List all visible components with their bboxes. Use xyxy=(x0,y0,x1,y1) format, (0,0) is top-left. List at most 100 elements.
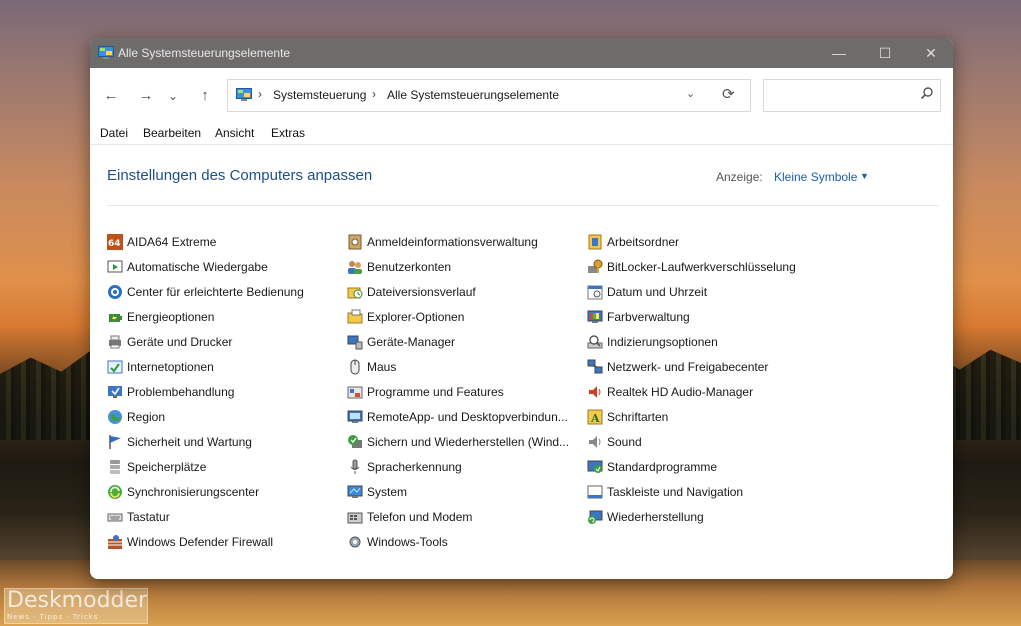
navigation-bar: ← → ⌄ ↑ › Systemsteuerung › Alle Systems… xyxy=(90,68,953,122)
security-maintenance-icon xyxy=(109,435,121,449)
watermark-text: Deskmodder.de xyxy=(7,588,147,613)
cp-item-label: Netzwerk- und Freigabecenter xyxy=(607,360,769,374)
firewall-icon xyxy=(108,535,122,549)
cp-item-label: Datum und Uhrzeit xyxy=(607,285,708,299)
refresh-icon[interactable]: ⟳ xyxy=(722,85,735,103)
cp-item-label: Region xyxy=(127,410,166,424)
bitlocker-icon xyxy=(588,259,603,273)
autoplay-icon xyxy=(107,260,123,273)
forward-button[interactable]: → xyxy=(135,87,157,105)
cp-item-label: Problembehandlung xyxy=(127,385,235,399)
system-icon xyxy=(347,485,363,498)
control-panel-window: Alle Systemsteuerungselemente — ☐ ✕ ← → … xyxy=(90,38,953,579)
view-label: Anzeige: xyxy=(716,170,763,184)
cp-item-label: RemoteApp- und Desktopverbindun... xyxy=(367,410,568,424)
cp-item-label: Schriftarten xyxy=(607,410,669,424)
keyboard-icon xyxy=(107,513,123,522)
cp-item-label: Sound xyxy=(607,435,642,449)
window-title: Alle Systemsteuerungselemente xyxy=(118,46,291,60)
maximize-button[interactable]: ☐ xyxy=(862,38,908,68)
cp-item-label: Dateiversionsverlauf xyxy=(367,285,476,299)
cp-item-label: System xyxy=(367,485,408,499)
cp-item-label: Programme und Features xyxy=(367,385,504,399)
cp-item-label: Arbeitsordner xyxy=(607,235,680,249)
indexing-options-icon xyxy=(587,335,603,349)
phone-modem-icon xyxy=(347,512,363,524)
minimize-button[interactable]: — xyxy=(816,38,862,68)
explorer-options-icon xyxy=(347,309,363,324)
cp-item-label: Wiederherstellung xyxy=(607,510,704,524)
svg-text:A: A xyxy=(590,412,600,425)
watermark-subtext: News · Tipps · Tricks xyxy=(7,613,99,621)
cp-item-label: Spracherkennung xyxy=(367,460,462,474)
aida64-icon: 64 xyxy=(107,234,123,250)
ease-of-access-icon xyxy=(108,285,122,299)
control-panel-icon xyxy=(98,46,114,59)
region-icon xyxy=(108,410,122,424)
address-bar[interactable]: › Systemsteuerung › Alle Systemsteuerung… xyxy=(227,79,751,112)
breadcrumb-systemsteuerung[interactable]: Systemsteuerung xyxy=(273,88,366,102)
svg-text:64: 64 xyxy=(108,239,121,249)
cp-item-label: Maus xyxy=(367,360,397,374)
menu-ansicht[interactable]: Ansicht xyxy=(215,126,254,140)
remoteapp-icon xyxy=(347,410,363,423)
cp-item-label: Geräte und Drucker xyxy=(127,335,233,349)
cp-item-label: Tastatur xyxy=(127,510,170,524)
menu-extras[interactable]: Extras xyxy=(271,126,305,140)
search-icon[interactable] xyxy=(920,86,934,100)
close-button[interactable]: ✕ xyxy=(908,38,953,68)
header-divider xyxy=(107,205,939,206)
sound-icon xyxy=(589,436,601,448)
work-folders-icon xyxy=(588,234,602,250)
menu-bar: Datei Bearbeiten Ansicht Extras xyxy=(90,126,953,144)
breadcrumb-separator: › xyxy=(258,87,262,101)
cp-item-label: Windows-Tools xyxy=(367,535,448,549)
cp-item-label: Geräte-Manager xyxy=(367,335,456,349)
view-selector[interactable]: Kleine Symbole xyxy=(774,170,857,184)
cp-item-label: Automatische Wiedergabe xyxy=(127,260,268,274)
cp-item-label: Telefon und Modem xyxy=(367,510,473,524)
cp-item-label: Standardprogramme xyxy=(607,460,718,474)
search-input[interactable] xyxy=(770,86,914,106)
control-panel-icon xyxy=(236,88,252,101)
credential-manager-icon xyxy=(348,234,362,250)
page-title: Einstellungen des Computers anpassen xyxy=(107,167,373,184)
breadcrumb-current[interactable]: Alle Systemsteuerungselemente xyxy=(387,88,559,102)
cp-item-label: BitLocker-Laufwerkverschlüsselung xyxy=(607,260,796,274)
up-button[interactable]: ↑ xyxy=(194,87,216,105)
cp-item-label: Speicherplätze xyxy=(127,460,207,474)
cp-item-label: Sichern und Wiederherstellen (Wind... xyxy=(367,435,570,449)
menu-datei[interactable]: Datei xyxy=(100,126,128,140)
cp-item-label: Indizierungsoptionen xyxy=(607,335,718,349)
realtek-audio-icon xyxy=(589,386,601,398)
taskbar-navigation-icon xyxy=(587,485,603,499)
mouse-icon xyxy=(350,359,360,375)
search-box[interactable] xyxy=(763,79,941,112)
power-options-icon xyxy=(109,314,122,322)
cp-item-label: Internetoptionen xyxy=(127,360,214,374)
file-history-icon xyxy=(347,287,363,299)
address-dropdown-icon[interactable]: ⌄ xyxy=(686,87,695,100)
view-dropdown-icon[interactable]: ▼ xyxy=(860,171,869,181)
device-manager-icon xyxy=(347,335,363,350)
sync-center-icon xyxy=(108,485,122,499)
user-accounts-icon xyxy=(348,261,362,274)
cp-item-label: Anmeldeinformationsverwaltung xyxy=(367,235,538,249)
back-button[interactable]: ← xyxy=(100,87,122,105)
title-bar[interactable]: Alle Systemsteuerungselemente — ☐ ✕ xyxy=(90,38,953,68)
cp-item-label: Sicherheit und Wartung xyxy=(127,435,252,449)
menu-divider xyxy=(90,144,953,145)
cp-item-label: Windows Defender Firewall xyxy=(127,535,274,549)
menu-bearbeiten[interactable]: Bearbeiten xyxy=(143,126,201,140)
date-time-icon xyxy=(587,285,603,300)
cp-item-label: Center für erleichterte Bedienung xyxy=(127,285,304,299)
watermark-logo: Deskmodder.de News · Tipps · Tricks xyxy=(4,588,148,624)
cp-item-label: Explorer-Optionen xyxy=(367,310,465,324)
internet-options-icon xyxy=(107,360,123,374)
recovery-icon xyxy=(588,510,603,524)
fonts-icon: A xyxy=(587,409,603,425)
cp-item-label: AIDA64 Extreme xyxy=(127,235,217,249)
recent-locations-button[interactable]: ⌄ xyxy=(166,87,180,105)
breadcrumb-separator: › xyxy=(372,87,376,101)
speech-recognition-icon xyxy=(350,459,360,474)
